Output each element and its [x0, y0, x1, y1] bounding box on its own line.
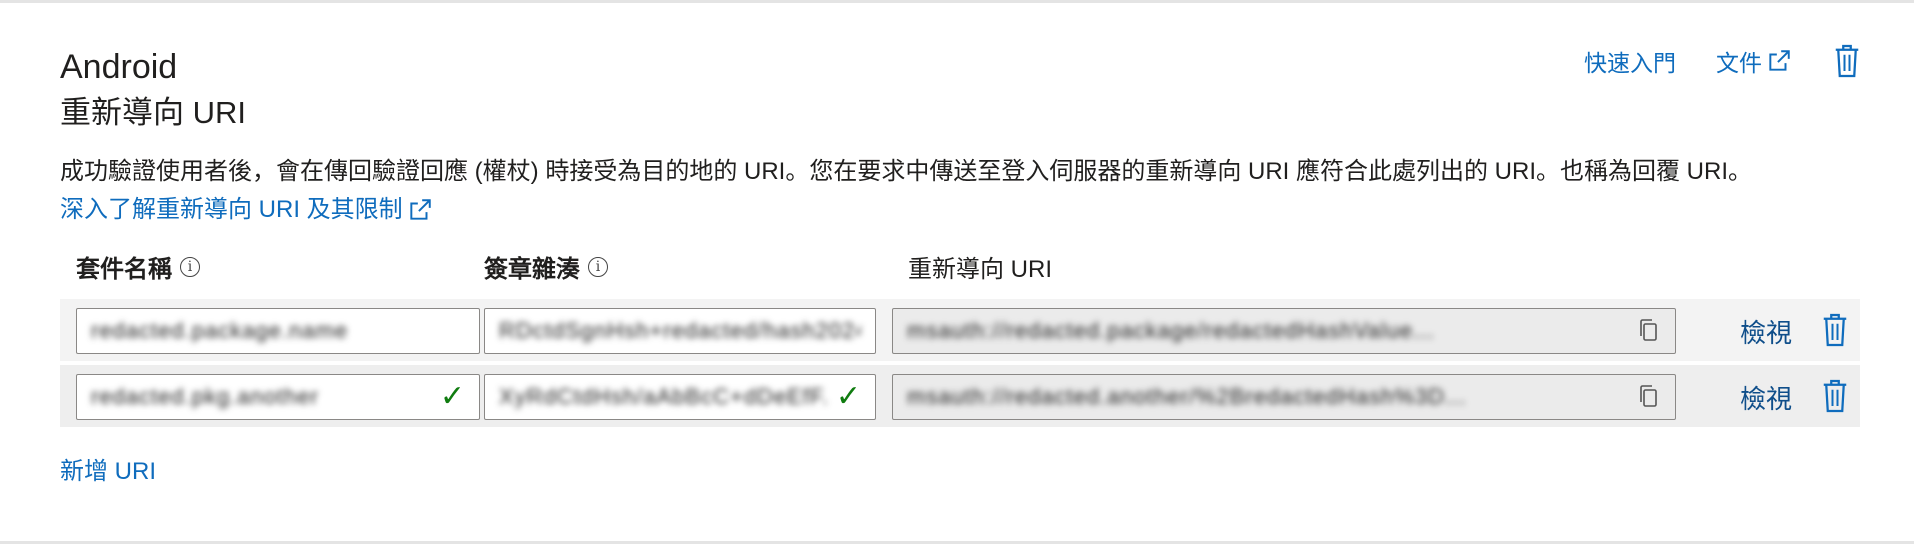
- android-platform-panel: Android 重新導向 URI 快速入門 文件 成功驗證使用者後，會在傳回驗證…: [0, 0, 1914, 544]
- docs-link-label: 文件: [1716, 50, 1762, 76]
- package-name-value: redacted.package.name: [91, 318, 349, 343]
- info-icon[interactable]: i: [588, 256, 608, 277]
- signature-hash-value: RDctdSgnHsh+redacted/hash2024...: [499, 318, 861, 343]
- quickstart-link[interactable]: 快速入門: [1584, 44, 1676, 78]
- delete-row-button[interactable]: [1820, 377, 1850, 420]
- trash-icon: [1823, 313, 1847, 347]
- trash-icon: [1823, 379, 1847, 413]
- top-actions: 快速入門 文件: [1584, 43, 1862, 79]
- column-header-label: 簽章雜湊: [484, 256, 580, 283]
- view-button[interactable]: 檢視: [1740, 313, 1792, 350]
- description: 成功驗證使用者後，會在傳回驗證回應 (權杖) 時接受為目的地的 URI。您在要求…: [60, 153, 1850, 229]
- column-header-signature-hash: 簽章雜湊 i: [484, 249, 608, 284]
- add-uri-link[interactable]: 新增 URI: [60, 451, 156, 486]
- external-link-icon: [410, 199, 431, 220]
- package-name-field[interactable]: redacted.package.name: [76, 308, 480, 354]
- learn-more-link[interactable]: 深入了解重新導向 URI 及其限制: [60, 191, 433, 229]
- docs-link[interactable]: 文件: [1716, 44, 1792, 78]
- package-name-value: redacted.pkg.another: [91, 384, 319, 409]
- learn-more-label: 深入了解重新導向 URI 及其限制: [60, 196, 403, 223]
- column-header-label: 套件名稱: [76, 256, 172, 283]
- section-title: 重新導向 URI: [60, 95, 246, 130]
- external-link-icon: [1769, 50, 1790, 71]
- package-name-field[interactable]: redacted.pkg.another ✓: [76, 374, 480, 420]
- delete-row-button[interactable]: [1820, 311, 1850, 354]
- signature-hash-field[interactable]: XyRdCtdHsh/aAbBcC+dDeEfF... ✓: [484, 374, 876, 420]
- signature-hash-value: XyRdCtdHsh/aAbBcC+dDeEfF...: [499, 384, 828, 409]
- checkmark-icon: ✓: [835, 380, 861, 413]
- description-text: 成功驗證使用者後，會在傳回驗證回應 (權杖) 時接受為目的地的 URI。您在要求…: [60, 158, 1752, 185]
- redirect-uri-field: msauth://redacted.package/redactedHashVa…: [892, 308, 1676, 354]
- view-button[interactable]: 檢視: [1740, 379, 1792, 416]
- copy-icon[interactable]: [1637, 384, 1661, 410]
- column-header-package-name: 套件名稱 i: [76, 249, 200, 284]
- copy-icon[interactable]: [1637, 318, 1661, 344]
- redirect-uri-field: msauth://redacted.another/%2BredactedHas…: [892, 374, 1676, 420]
- platform-title: Android: [60, 48, 178, 86]
- redirect-uri-value: msauth://redacted.another/%2BredactedHas…: [907, 384, 1467, 409]
- delete-platform-button[interactable]: [1832, 43, 1862, 79]
- signature-hash-field[interactable]: RDctdSgnHsh+redacted/hash2024...: [484, 308, 876, 354]
- table-row: redacted.package.name RDctdSgnHsh+redact…: [60, 299, 1860, 361]
- trash-icon: [1835, 44, 1859, 78]
- column-header-label: 重新導向 URI: [908, 256, 1052, 283]
- table-row: redacted.pkg.another ✓ XyRdCtdHsh/aAbBcC…: [60, 365, 1860, 427]
- checkmark-icon: ✓: [439, 380, 465, 413]
- info-icon[interactable]: i: [180, 256, 200, 277]
- redirect-uri-value: msauth://redacted.package/redactedHashVa…: [907, 318, 1435, 343]
- column-header-redirect-uri: 重新導向 URI: [908, 249, 1052, 284]
